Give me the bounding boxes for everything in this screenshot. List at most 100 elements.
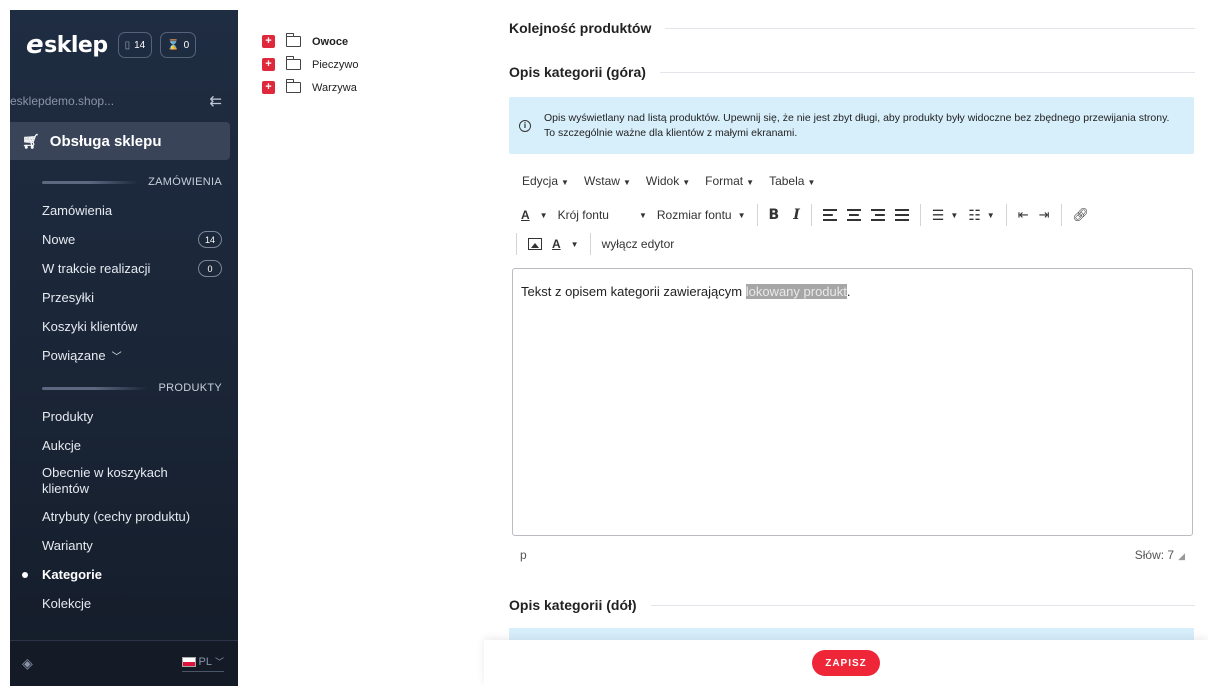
category-tree: + Owoce + Pieczywo + Warzywa: [262, 30, 358, 99]
sidebar: e sklep ▯ 14 ⌛ 0 esklepdemo.shop... ⇇ 🛒︎ …: [10, 10, 238, 686]
new-orders-badge[interactable]: ▯ 14: [117, 32, 153, 58]
menu-view[interactable]: Widok ▼: [646, 174, 690, 188]
language-selector[interactable]: PL ﹀: [181, 655, 224, 672]
menu-format[interactable]: Format ▼: [705, 174, 754, 188]
align-right-icon: [870, 209, 885, 221]
outdent-button[interactable]: ⇤: [1013, 203, 1034, 227]
indent-icon: ⇥: [1038, 207, 1050, 222]
logo-e-mark: e: [26, 30, 44, 60]
link-button[interactable]: 🔗︎: [1068, 203, 1095, 227]
info-icon: i: [519, 119, 531, 132]
action-bar: ZAPISZ: [484, 640, 1208, 686]
sidebar-item-attributes[interactable]: Atrybuty (cechy produktu): [10, 502, 238, 531]
layers-icon[interactable]: ◈: [22, 655, 33, 672]
sidebar-item-auctions[interactable]: Aukcje: [10, 431, 238, 460]
editor-toolbar: A ▼ Krój fontu ▼ Rozmiar fontu ▼ B I ☰ ▼ ☷ ▼…: [516, 202, 1094, 228]
editor-menubar: Edycja ▼ Wstaw ▼ Widok ▼ Format ▼ Tabela ▼: [522, 174, 815, 188]
info-text: Opis wyświetlany nad listą produktów. Up…: [544, 111, 1170, 139]
menu-table[interactable]: Tabela ▼: [769, 174, 815, 188]
menu-edit[interactable]: Edycja ▼: [522, 174, 569, 188]
expand-icon[interactable]: +: [262, 35, 275, 48]
section-label: Obsługa sklepu: [49, 132, 162, 150]
element-path[interactable]: p: [520, 548, 527, 562]
collapse-sidebar-icon[interactable]: ⇇: [209, 92, 222, 110]
align-left-button[interactable]: [818, 203, 842, 227]
font-size-select[interactable]: Rozmiar fontu ▼: [652, 203, 751, 227]
resize-handle-icon[interactable]: ◢: [1178, 551, 1185, 561]
poland-flag-icon: [181, 656, 196, 667]
logo[interactable]: e sklep: [26, 30, 108, 60]
disable-editor-button[interactable]: wyłącz edytor: [597, 232, 680, 256]
bullet-list-icon: ☰: [931, 206, 945, 223]
save-button[interactable]: ZAPISZ: [812, 650, 880, 676]
align-center-icon: [846, 209, 861, 221]
caret-down-icon: ▼: [570, 239, 579, 249]
caret-down-icon: ▼: [986, 210, 995, 220]
editor-text-suffix: .: [846, 284, 851, 299]
toolbar-separator: [756, 204, 758, 226]
caret-down-icon: ▼: [746, 178, 755, 187]
language-code: PL: [198, 655, 212, 668]
sidebar-item-label: Przesyłki: [42, 290, 95, 305]
align-center-button[interactable]: [842, 203, 866, 227]
text-color-dropdown[interactable]: ▼: [535, 203, 553, 227]
bold-button[interactable]: B: [764, 203, 785, 227]
align-right-button[interactable]: [866, 203, 890, 227]
sidebar-item-label: Aukcje: [42, 438, 82, 453]
caret-down-icon: ▼: [638, 210, 647, 220]
info-alert: i Opis wyświetlany nad listą produktów. …: [509, 97, 1194, 154]
tree-item[interactable]: + Warzywa: [262, 76, 358, 99]
sidebar-item-in-carts[interactable]: Obecnie w koszykach klientów: [10, 460, 238, 502]
insert-image-button[interactable]: [523, 232, 547, 256]
expand-icon[interactable]: +: [262, 81, 275, 94]
editor-content[interactable]: Tekst z opisem kategorii zawierającym lo…: [512, 268, 1193, 536]
word-count-wrap: Słów: 7 ◢: [1135, 548, 1185, 562]
tree-item[interactable]: + Pieczywo: [262, 53, 358, 76]
group-divider: [42, 386, 149, 390]
group-divider: [42, 180, 139, 184]
text-color-icon[interactable]: A: [516, 203, 535, 227]
numbered-list-button[interactable]: ☷ ▼: [963, 203, 999, 227]
sidebar-item-variants[interactable]: Warianty: [10, 531, 238, 560]
menu-label: Wstaw: [583, 174, 620, 188]
section-heading-text: Opis kategorii (dół): [509, 597, 637, 613]
background-color-icon[interactable]: A: [547, 232, 566, 256]
pending-orders-count: 0: [183, 39, 190, 51]
sidebar-item-new[interactable]: Nowe 14: [10, 225, 238, 254]
editor-selected-text: lokowany produkt: [745, 284, 847, 299]
sidebar-item-label: Zamówienia: [42, 203, 113, 218]
sidebar-item-customer-carts[interactable]: Koszyki klientów: [10, 312, 238, 341]
sidebar-section-shop-service[interactable]: 🛒︎ Obsługa sklepu: [10, 122, 230, 160]
shop-selector[interactable]: esklepdemo.shop... ⇇: [10, 80, 238, 122]
menu-label: Widok: [645, 174, 680, 188]
toolbar-separator: [919, 204, 921, 226]
sidebar-item-categories[interactable]: Kategorie: [10, 560, 238, 589]
editor-toolbar-secondary: A ▼ wyłącz edytor: [516, 232, 679, 256]
caret-down-icon: ▼: [539, 210, 548, 220]
font-family-select[interactable]: Krój fontu ▼: [553, 203, 652, 227]
background-color-dropdown[interactable]: ▼: [566, 232, 584, 256]
caret-down-icon: ▼: [950, 210, 959, 220]
sidebar-item-products[interactable]: Produkty: [10, 402, 238, 431]
expand-icon[interactable]: +: [262, 58, 275, 71]
caret-down-icon: ▼: [622, 178, 631, 187]
tree-item-label: Pieczywo: [312, 58, 359, 71]
toolbar-separator: [589, 233, 591, 255]
sidebar-item-in-progress[interactable]: W trakcie realizacji 0: [10, 254, 238, 283]
folder-icon: [285, 79, 301, 93]
tree-item[interactable]: + Owoce: [262, 30, 358, 53]
italic-button[interactable]: I: [788, 203, 805, 227]
align-justify-button[interactable]: [890, 203, 914, 227]
sidebar-item-shipments[interactable]: Przesyłki: [10, 283, 238, 312]
sidebar-item-collections[interactable]: Kolekcje: [10, 589, 238, 618]
word-count: Słów: 7: [1134, 548, 1175, 562]
sidebar-item-label: W trakcie realizacji: [42, 261, 151, 276]
sidebar-item-related[interactable]: Powiązane ﹀: [10, 341, 238, 370]
font-family-label: Krój fontu: [557, 208, 609, 222]
sidebar-item-orders[interactable]: Zamówienia: [10, 196, 238, 225]
menu-insert[interactable]: Wstaw ▼: [584, 174, 631, 188]
sidebar-item-label: Obecnie w koszykach klientów: [42, 465, 168, 496]
indent-button[interactable]: ⇥: [1034, 203, 1055, 227]
pending-orders-badge[interactable]: ⌛ 0: [160, 32, 197, 58]
bullet-list-button[interactable]: ☰ ▼: [927, 203, 963, 227]
